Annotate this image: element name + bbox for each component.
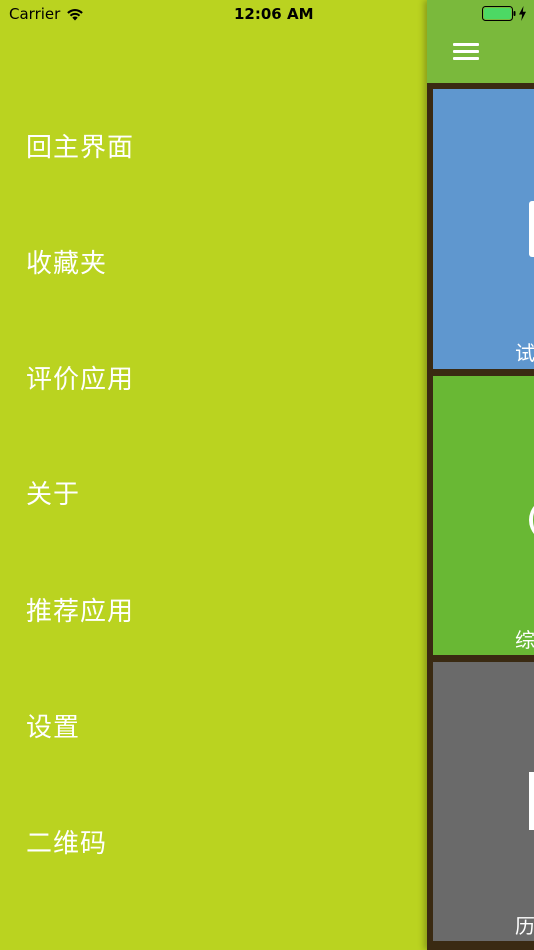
hamburger-menu-icon[interactable]: [453, 43, 479, 63]
menu-item-rate-app[interactable]: 评价应用: [26, 359, 134, 396]
wifi-icon: [67, 9, 84, 21]
tile-test-label: 试: [515, 341, 534, 365]
tile-history-icon-stem: [529, 772, 534, 830]
side-menu: 回主界面 收藏夹 评价应用 关于 推荐应用 设置 二维码: [0, 0, 427, 950]
main-content-panel[interactable]: 试 综 历: [427, 0, 534, 950]
tile-test[interactable]: 试: [433, 89, 534, 369]
menu-item-favorites[interactable]: 收藏夹: [26, 243, 107, 280]
tile-history-label: 历: [515, 914, 534, 938]
tile-comprehensive[interactable]: 综: [433, 376, 534, 655]
menu-item-settings[interactable]: 设置: [26, 707, 80, 744]
menu-item-home[interactable]: 回主界面: [26, 127, 134, 164]
battery-icon: [482, 6, 516, 21]
tile-comprehensive-icon: [529, 498, 534, 542]
menu-item-recommended-apps[interactable]: 推荐应用: [26, 591, 134, 628]
tile-history[interactable]: 历: [433, 662, 534, 941]
charging-bolt-icon: [519, 6, 526, 21]
menu-item-about[interactable]: 关于: [26, 474, 80, 511]
carrier-label: Carrier: [9, 5, 61, 23]
tile-comprehensive-label: 综: [515, 628, 534, 652]
menu-item-qr-code[interactable]: 二维码: [26, 823, 107, 860]
tile-test-icon: [529, 201, 534, 257]
carrier-info: Carrier: [9, 5, 84, 23]
screen: Carrier 12:06 AM 回主界面 收藏夹 评价应用 关于 推荐应用 设…: [0, 0, 534, 950]
status-bar: Carrier 12:06 AM: [0, 0, 534, 28]
status-time: 12:06 AM: [234, 5, 314, 23]
